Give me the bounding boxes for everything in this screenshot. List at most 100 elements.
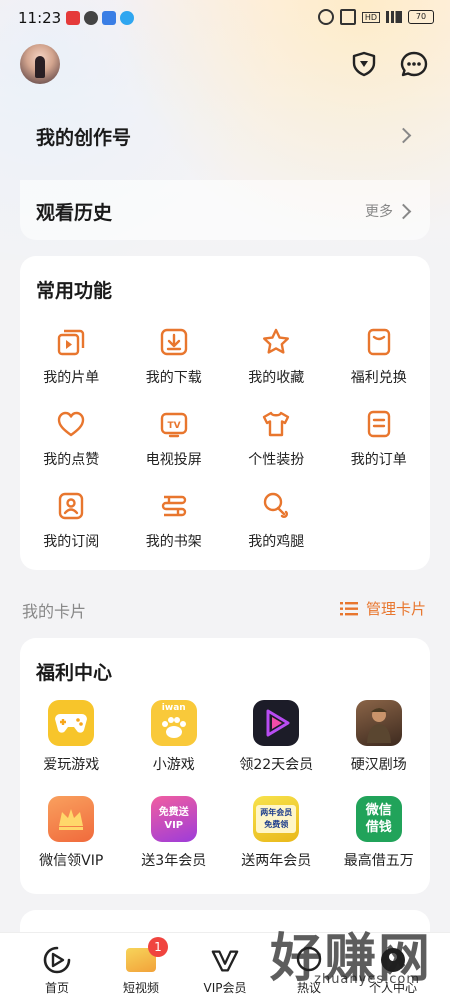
function-label: 我的鸡腿 <box>248 534 305 550</box>
app-22-day-member[interactable]: 领22天会员 <box>225 700 328 796</box>
welfare-apps-grid: 爱玩游戏 iwan 小游戏 领22天会员 硬汉剧场 微信领VIP 免费送 VIP… <box>20 700 430 892</box>
shield-icon[interactable] <box>348 48 380 80</box>
vip-icon <box>210 945 240 975</box>
app-aiwan-games[interactable]: 爱玩游戏 <box>20 700 123 796</box>
nav-label: 首页 <box>44 981 69 995</box>
drumstick-icon <box>264 492 289 519</box>
tile-text: 免费送 VIP <box>158 807 189 831</box>
download-icon <box>160 328 187 356</box>
function-my-favorites[interactable]: 我的收藏 <box>225 322 328 404</box>
common-functions-grid: 我的片单 我的下载 我的收藏 福利兑换 我的点赞 TV 电视投屏 个性装扮 我的… <box>20 322 430 568</box>
heart-icon <box>58 411 85 437</box>
function-my-download[interactable]: 我的下载 <box>123 322 226 404</box>
function-label: 我的片单 <box>43 370 100 386</box>
app-3-year-member[interactable]: 免费送 VIP 送3年会员 <box>123 796 226 892</box>
chevron-right-icon <box>395 203 412 220</box>
gift-card-icon <box>367 328 390 356</box>
nav-label: 短视频 <box>122 981 159 995</box>
function-my-bookshelf[interactable]: 我的书架 <box>123 486 226 568</box>
app-tough-guy-theater[interactable]: 硬汉剧场 <box>328 700 431 796</box>
app-label: 小游戏 <box>152 757 195 773</box>
function-label: 我的订阅 <box>43 534 100 550</box>
app-mini-games[interactable]: iwan 小游戏 <box>123 700 226 796</box>
wechat-loan-icon: 微信 借钱 <box>355 796 402 842</box>
function-label: 我的订单 <box>350 452 407 468</box>
app-label: 送3年会员 <box>141 853 207 869</box>
paw-icon: iwan <box>150 700 197 746</box>
function-label: 我的书架 <box>145 534 202 550</box>
battery-indicator: 70 <box>408 10 434 24</box>
status-time: 11:23 <box>18 9 62 27</box>
status-bar: 11:23 HD 70 <box>0 0 450 36</box>
function-label: 个性装扮 <box>248 452 305 468</box>
common-title: 常用功能 <box>36 280 113 302</box>
function-my-playlist[interactable]: 我的片单 <box>20 322 123 404</box>
status-indicators: HD 70 <box>317 9 434 25</box>
list-icon <box>339 601 358 615</box>
function-welfare-exchange[interactable]: 福利兑换 <box>328 322 431 404</box>
home-play-icon <box>42 945 72 975</box>
order-icon <box>367 410 390 438</box>
play-logo-icon <box>253 700 300 746</box>
history-more-link[interactable]: 更多 <box>365 201 393 221</box>
avatar[interactable] <box>20 44 60 84</box>
watermark-url: zhuanyes.com <box>314 972 420 987</box>
playlist-icon <box>58 329 85 356</box>
app-label: 爱玩游戏 <box>43 757 100 773</box>
my-cards-label: 我的卡片 <box>22 602 87 621</box>
function-personal-dressup[interactable]: 个性装扮 <box>225 404 328 486</box>
function-label: 电视投屏 <box>145 452 202 468</box>
star-icon <box>263 328 290 354</box>
vip-crown-icon <box>48 796 95 842</box>
svg-text:TV: TV <box>167 421 180 431</box>
welfare-center-card: 福利中心 爱玩游戏 iwan 小游戏 领22天会员 硬汉剧场 微信领VIP 免费… <box>20 638 430 894</box>
gamepad-icon <box>48 700 95 746</box>
function-tv-cast[interactable]: TV 电视投屏 <box>123 404 226 486</box>
nav-label: VIP会员 <box>203 981 247 995</box>
function-my-orders[interactable]: 我的订单 <box>328 404 431 486</box>
function-label: 我的收藏 <box>248 370 305 386</box>
app-wechat-vip[interactable]: 微信领VIP <box>20 796 123 892</box>
nav-badge: 1 <box>148 937 168 957</box>
welfare-title: 福利中心 <box>36 662 113 684</box>
tile-text: 微信 借钱 <box>365 803 392 835</box>
soldier-icon <box>355 700 402 746</box>
notification-app-icon <box>66 11 80 25</box>
bookshelf-icon <box>161 495 186 517</box>
chevron-right-icon <box>395 127 412 144</box>
function-my-subscriptions[interactable]: 我的订阅 <box>20 486 123 568</box>
manage-cards-button[interactable]: 管理卡片 <box>339 598 426 619</box>
app-label: 领22天会员 <box>239 757 314 773</box>
vip-gift-icon: 免费送 VIP <box>150 796 197 842</box>
member-free-icon: 两年会员 免费领 <box>253 796 300 842</box>
manage-cards-label: 管理卡片 <box>365 600 426 618</box>
app-2-year-member[interactable]: 两年会员 免费领 送两年会员 <box>225 796 328 892</box>
mute-icon <box>339 9 356 25</box>
app-label: 最高借五万 <box>343 853 414 869</box>
function-my-drumstick[interactable]: 我的鸡腿 <box>225 486 328 568</box>
nav-short-video[interactable]: 1 短视频 <box>96 933 186 1001</box>
hd-icon: HD <box>361 11 380 23</box>
app-label: 微信领VIP <box>39 853 104 869</box>
shirt-icon <box>263 411 290 437</box>
common-functions-card: 常用功能 我的片单 我的下载 我的收藏 福利兑换 我的点赞 TV 电视投屏 个性… <box>20 256 430 570</box>
app-label: 硬汉剧场 <box>350 757 407 773</box>
qq-icon <box>120 11 134 25</box>
subscribe-icon <box>59 492 84 520</box>
notification-app-icon-2 <box>102 11 116 25</box>
alarm-icon <box>317 9 334 25</box>
nav-home[interactable]: 首页 <box>12 933 102 1001</box>
signal-icon <box>386 11 402 23</box>
history-card[interactable]: 观看历史 更多 <box>20 180 430 240</box>
app-max-loan[interactable]: 微信 借钱 最高借五万 <box>328 796 431 892</box>
function-label: 福利兑换 <box>350 370 407 386</box>
nav-vip[interactable]: VIP会员 <box>180 933 270 1001</box>
function-label: 我的下载 <box>145 370 202 386</box>
function-label: 我的点赞 <box>43 452 100 468</box>
message-bubble-icon <box>84 11 98 25</box>
tv-icon: TV <box>160 412 187 438</box>
message-icon[interactable] <box>398 48 430 80</box>
tile-text: 两年会员 免费领 <box>256 805 297 833</box>
creator-row[interactable]: 我的创作号 <box>20 110 430 160</box>
function-my-likes[interactable]: 我的点赞 <box>20 404 123 486</box>
